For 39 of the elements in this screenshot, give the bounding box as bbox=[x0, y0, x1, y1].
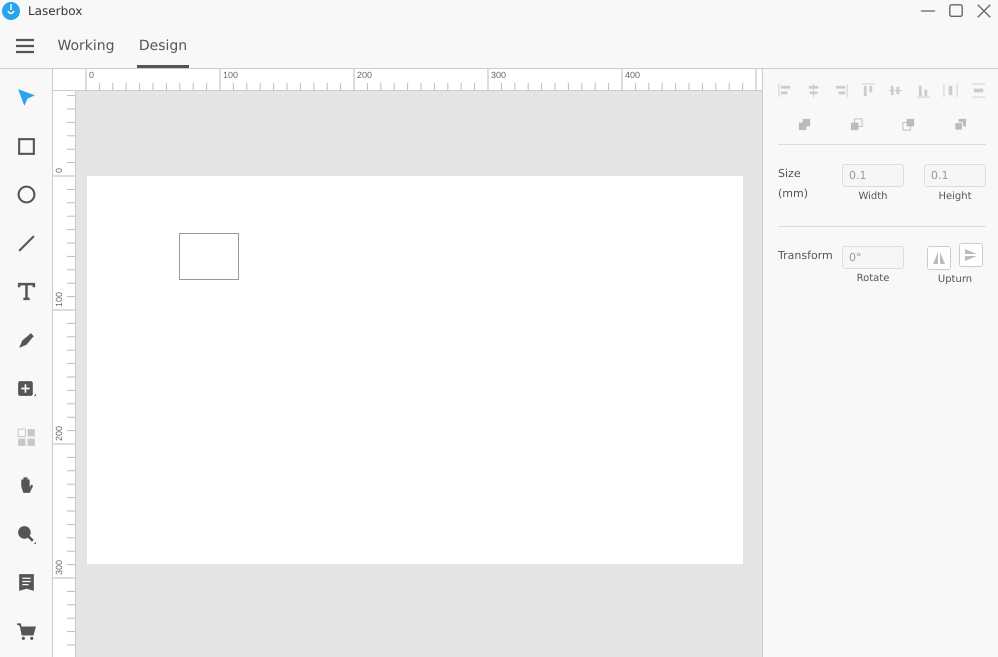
zoom-tool-icon[interactable] bbox=[16, 524, 36, 544]
ellipse-tool-icon[interactable] bbox=[16, 184, 36, 205]
align-vdistribute-icon[interactable] bbox=[970, 83, 986, 98]
align-bottom-icon[interactable] bbox=[916, 83, 931, 98]
menu-icon[interactable] bbox=[16, 38, 34, 54]
add-tool-icon[interactable] bbox=[16, 378, 36, 399]
vertical-ruler: 0 100 200 300 bbox=[53, 91, 76, 657]
align-right-icon[interactable] bbox=[833, 83, 848, 98]
select-tool-icon[interactable] bbox=[16, 87, 36, 108]
align-left-icon[interactable] bbox=[778, 83, 793, 98]
rectangle-tool-icon[interactable] bbox=[16, 136, 36, 156]
arrange-back-icon[interactable] bbox=[952, 117, 968, 132]
cart-tool-icon[interactable] bbox=[16, 620, 36, 642]
close-icon[interactable] bbox=[976, 3, 992, 19]
unit-label: (mm) bbox=[778, 187, 810, 200]
upturn-caption: Upturn bbox=[938, 274, 972, 285]
align-hdistribute-icon[interactable] bbox=[943, 83, 958, 98]
arrange-forward-icon[interactable] bbox=[848, 117, 864, 132]
size-label: Size bbox=[778, 167, 802, 180]
transform-label: Transform bbox=[778, 249, 834, 262]
flip-vertical-icon bbox=[963, 247, 979, 263]
arrange-backward-icon[interactable] bbox=[900, 117, 916, 132]
align-top-icon[interactable] bbox=[860, 83, 876, 98]
align-vcenter-icon[interactable] bbox=[888, 83, 904, 98]
tab[interactable]: Working bbox=[60, 22, 112, 68]
flip-vertical-button[interactable] bbox=[959, 243, 983, 267]
rectangle-shape[interactable] bbox=[179, 233, 239, 280]
width-caption: Width bbox=[858, 191, 888, 202]
rotate-caption: Rotate bbox=[856, 273, 890, 284]
flip-horizontal-icon bbox=[931, 250, 947, 266]
maximize-icon[interactable] bbox=[948, 3, 964, 19]
text-tool-icon[interactable] bbox=[16, 281, 36, 302]
horizontal-ruler: 0 100 200 300 400 bbox=[75, 69, 762, 90]
window-title: Laserbox bbox=[28, 4, 82, 18]
line-tool-icon[interactable] bbox=[16, 232, 36, 254]
ruler-corner bbox=[53, 69, 75, 90]
height-caption: Height bbox=[938, 191, 972, 202]
flip-horizontal-button[interactable] bbox=[927, 246, 951, 270]
arrange-front-icon[interactable] bbox=[796, 117, 812, 132]
